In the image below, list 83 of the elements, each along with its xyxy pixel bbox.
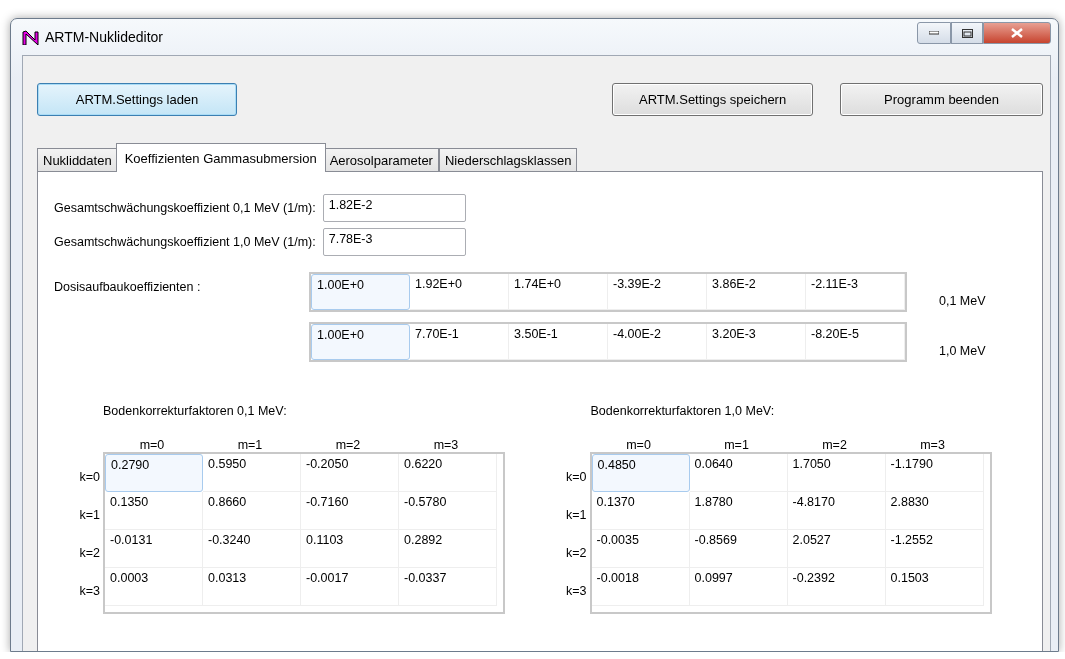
field-label: Gesamtschwächungskoeffizient 0,1 MeV (1/m): [54,201,316,215]
column-header: m=3 [432,438,460,452]
field-label: Gesamtschwächungskoeffizient 1,0 MeV (1/m): [54,235,316,249]
row-header: k=2 [565,545,588,562]
table-cell[interactable]: -0.2392 [787,568,886,606]
table-cell[interactable]: 0.0313 [203,568,301,606]
energy-label: 0,1 MeV [939,294,986,308]
table-cell[interactable]: 0.6220 [399,454,497,492]
toolbar-button[interactable]: ARTM.Settings speichern [612,83,814,116]
close-button[interactable] [983,22,1051,44]
table-cell[interactable]: 0.0997 [689,568,788,606]
row-header: k=0 [565,469,588,486]
table-cell[interactable]: 0.0640 [689,454,788,492]
table-cell[interactable]: -0.0017 [301,568,399,606]
table-cell[interactable]: -0.8569 [689,530,788,568]
table-cell[interactable]: 2.0527 [787,530,886,568]
table-cell[interactable]: 0.2892 [399,530,497,568]
maximize-button[interactable] [951,22,983,44]
table-cell[interactable]: -0.2050 [301,454,399,492]
column-header: m=2 [334,438,362,452]
table-cell[interactable]: -0.0131 [105,530,203,568]
app-logo-icon [22,29,39,45]
column-header: m=0 [625,438,652,452]
table-cell[interactable]: -0.0018 [591,568,690,606]
window-title: ARTM-Nuklideditor [45,29,164,45]
column-header: m=0 [138,438,166,452]
table-cell[interactable]: 3.86E-2 [707,274,806,310]
row-header: k=2 [78,545,101,562]
row-header: k=3 [565,583,588,600]
table-cell[interactable]: -2.11E-3 [806,274,905,310]
field-label: Dosisaufbaukoeffizienten : [54,279,202,296]
table-cell[interactable]: 1.8780 [689,492,788,530]
table-cell[interactable]: 3.20E-3 [707,324,806,360]
table-cell[interactable]: 0.4850 [591,454,690,492]
table-cell[interactable]: 0.1370 [591,492,690,530]
table-cell[interactable]: -3.39E-2 [608,274,707,310]
column-header: m=1 [236,438,264,452]
table-cell[interactable]: 1.74E+0 [509,274,608,310]
row-header: k=1 [78,507,101,524]
table-cell[interactable]: -0.0035 [591,530,690,568]
input-field[interactable]: 7.78E-3 [322,228,466,256]
tab[interactable]: Aerosolparameter [323,148,439,172]
table-cell[interactable]: 0.0003 [105,568,203,606]
table-cell[interactable]: -8.20E-5 [806,324,905,360]
table-cell[interactable]: 0.8660 [203,492,301,530]
table-cell[interactable]: 1.00E+0 [311,274,410,310]
table-cell[interactable]: -4.8170 [787,492,886,530]
tab[interactable]: Nukliddaten [37,148,118,172]
close-icon [1011,28,1023,38]
toolbar-button[interactable]: ARTM.Settings laden [37,83,238,116]
table-cell[interactable]: 0.1503 [885,568,984,606]
table-cell[interactable]: 0.2790 [105,454,203,492]
table-cell[interactable]: 0.1103 [301,530,399,568]
tab[interactable]: Koeffizienten Gammasubmersion [115,143,326,172]
table-cell[interactable]: 1.7050 [787,454,886,492]
table-cell[interactable]: -4.00E-2 [608,324,707,360]
table-cell[interactable]: -0.3240 [203,530,301,568]
table-cell[interactable]: -1.1790 [885,454,984,492]
table-cell[interactable]: -0.5780 [399,492,497,530]
table-cell[interactable]: -0.0337 [399,568,497,606]
column-header: m=2 [821,438,848,452]
row-header: k=0 [78,469,101,486]
table-cell[interactable]: 0.5950 [203,454,301,492]
section-title: Bodenkorrekturfaktoren 1,0 MeV: [590,404,776,418]
table-cell[interactable]: 1.00E+0 [311,324,410,360]
table-cell[interactable]: 1.92E+0 [410,274,509,310]
row-header: k=3 [78,583,101,600]
section-title: Bodenkorrekturfaktoren 0,1 MeV: [103,404,288,418]
row-header: k=1 [565,507,588,524]
minimize-icon [929,31,939,35]
toolbar-button[interactable]: Programm beenden [840,83,1043,116]
input-field[interactable]: 1.82E-2 [322,194,466,222]
tab[interactable]: Niederschlagsklassen [438,148,578,172]
table-cell[interactable]: -0.7160 [301,492,399,530]
table-cell[interactable]: 3.50E-1 [509,324,608,360]
table-cell[interactable]: 0.1350 [105,492,203,530]
column-header: m=1 [723,438,750,452]
table-cell[interactable]: 7.70E-1 [410,324,509,360]
maximize-icon [961,28,973,38]
column-header: m=3 [919,438,946,452]
table-cell[interactable]: 2.8830 [885,492,984,530]
table-cell[interactable]: -1.2552 [885,530,984,568]
energy-label: 1,0 MeV [939,344,986,358]
